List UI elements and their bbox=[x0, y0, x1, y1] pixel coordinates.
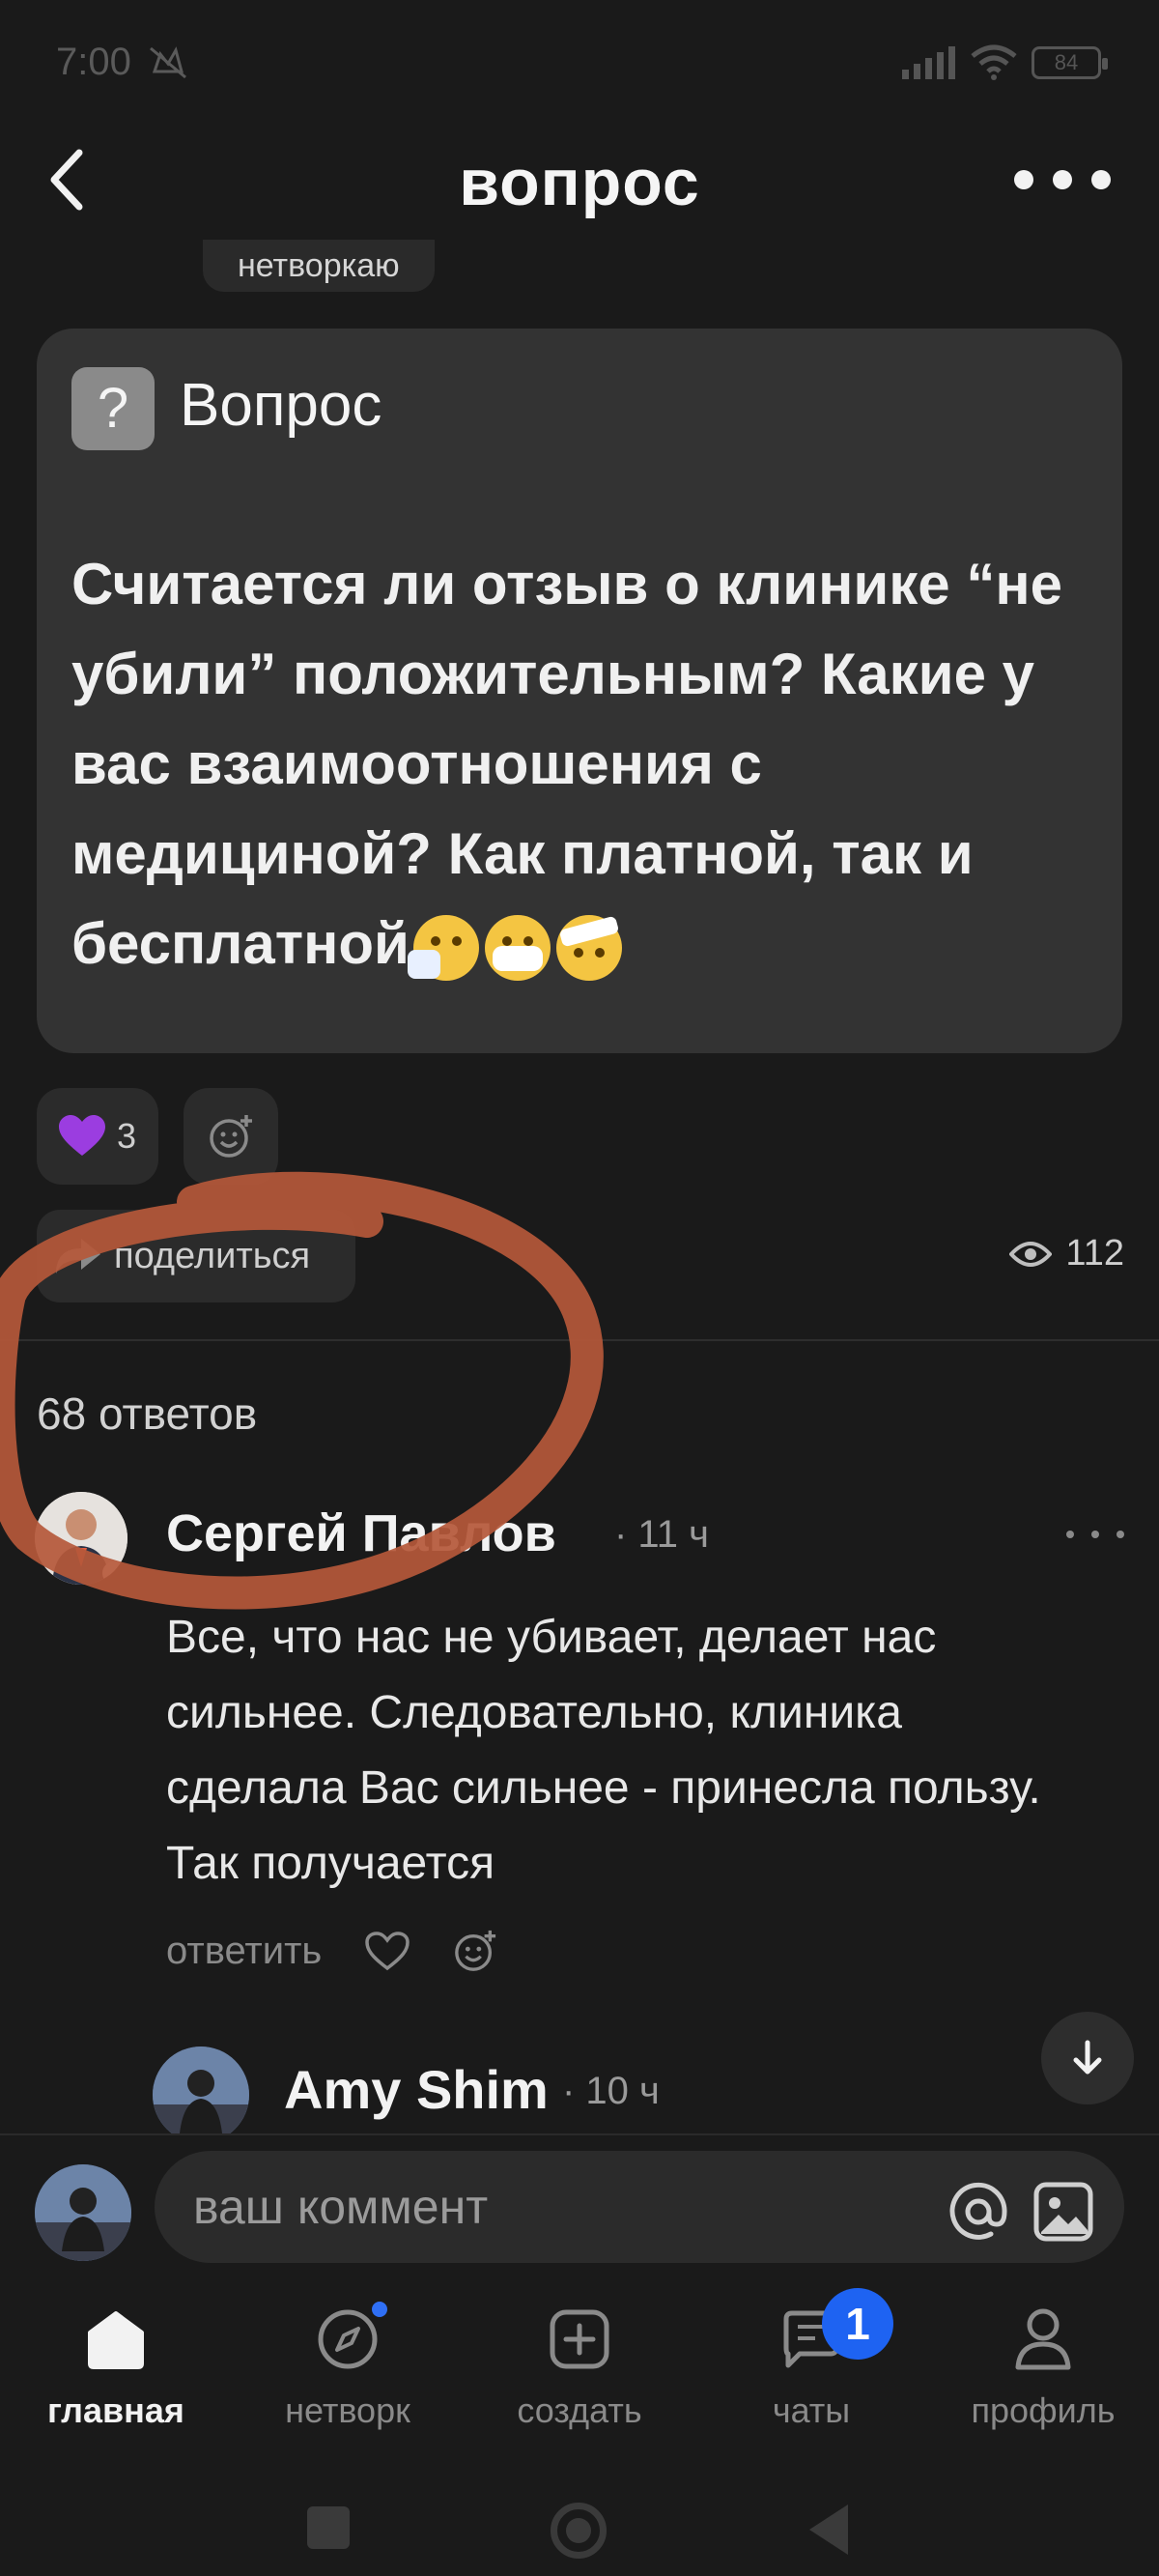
bandaged-face-icon bbox=[555, 915, 622, 982]
reply-button[interactable]: ответить bbox=[166, 1930, 322, 1973]
comment-actions: ответить bbox=[166, 1929, 497, 1973]
nav-home[interactable]: главная bbox=[0, 2288, 232, 2452]
compass-icon bbox=[314, 2302, 387, 2373]
mention-button[interactable] bbox=[945, 2178, 1012, 2246]
system-back-button[interactable] bbox=[809, 2504, 848, 2555]
heart-outline-icon[interactable] bbox=[364, 1931, 410, 1971]
comment-more-button[interactable] bbox=[1066, 1515, 1124, 1554]
battery-level: 84 bbox=[1054, 50, 1079, 74]
unread-badge: 1 bbox=[822, 2288, 893, 2360]
my-avatar[interactable] bbox=[35, 2164, 131, 2261]
nav-chats[interactable]: 1 чаты bbox=[695, 2288, 927, 2452]
dot-icon bbox=[1117, 1531, 1124, 1538]
add-emoji-icon bbox=[210, 1115, 252, 1158]
nav-label: профиль bbox=[971, 2390, 1116, 2430]
reply-author[interactable]: Amy Shim bbox=[284, 2058, 549, 2121]
image-icon bbox=[1033, 2182, 1093, 2242]
wifi-icon bbox=[971, 44, 1017, 80]
share-label: поделиться bbox=[114, 1235, 311, 1276]
question-label: Вопрос bbox=[180, 372, 382, 439]
home-button[interactable] bbox=[551, 2503, 607, 2559]
plus-square-icon bbox=[546, 2305, 613, 2373]
avatar[interactable] bbox=[153, 2046, 249, 2143]
comment-text: Все, что нас не убивает, делает нас силь… bbox=[166, 1612, 1041, 1889]
views-count: 112 bbox=[1065, 1233, 1124, 1274]
battery-icon: 84 bbox=[1032, 46, 1108, 79]
topic-chip[interactable]: нетворкаю bbox=[203, 240, 435, 292]
status-right: 84 bbox=[900, 44, 1108, 81]
comment-input-placeholder: ваш коммент bbox=[193, 2180, 489, 2234]
nav-label: главная bbox=[47, 2390, 184, 2430]
notification-dot bbox=[372, 2302, 387, 2317]
dnd-icon bbox=[150, 46, 186, 79]
mask-face-icon bbox=[484, 915, 551, 982]
nav-label: чаты bbox=[772, 2390, 851, 2430]
question-card: ? Вопрос Считается ли отзыв о клинике “н… bbox=[37, 329, 1122, 1053]
avatar[interactable] bbox=[35, 1492, 127, 1585]
dot-icon bbox=[1066, 1531, 1074, 1538]
like-count: 3 bbox=[116, 1116, 137, 1156]
like-reaction-button[interactable]: 3 bbox=[37, 1088, 158, 1185]
add-reaction-button[interactable] bbox=[184, 1088, 278, 1185]
header: вопрос bbox=[0, 126, 1159, 232]
emoji-row bbox=[407, 915, 622, 982]
attach-image-button[interactable] bbox=[1030, 2178, 1097, 2246]
dot-icon bbox=[1091, 1531, 1099, 1538]
avatar-image bbox=[153, 2046, 249, 2143]
status-bar: 7:00 84 bbox=[0, 0, 1159, 126]
comment-author[interactable]: Сергей Павлов bbox=[166, 1503, 556, 1563]
recents-button[interactable] bbox=[307, 2506, 350, 2549]
nav-profile[interactable]: профиль bbox=[927, 2288, 1159, 2452]
reply-time: · 10 ч bbox=[562, 2070, 660, 2112]
bottom-nav: главная нетворк создать 1 чаты профиль bbox=[0, 2288, 1159, 2452]
home-icon bbox=[82, 2305, 150, 2373]
avatar-image bbox=[35, 2164, 131, 2261]
question-text: Считается ли отзыв о клинике “не убили” … bbox=[71, 539, 1095, 988]
comment-time: · 11 ч bbox=[614, 1513, 709, 1556]
scroll-down-button[interactable] bbox=[1041, 2012, 1134, 2104]
dot-icon bbox=[1091, 170, 1111, 189]
share-arrow-icon bbox=[56, 1239, 100, 1274]
nav-create[interactable]: создать bbox=[464, 2288, 695, 2452]
status-time: 7:00 bbox=[56, 41, 131, 83]
nav-network[interactable]: нетворк bbox=[232, 2288, 464, 2452]
purple-heart-icon bbox=[58, 1115, 105, 1156]
nav-label: создать bbox=[517, 2390, 642, 2430]
sneezing-face-icon bbox=[407, 915, 479, 982]
avatar-image bbox=[35, 1492, 127, 1585]
divider bbox=[0, 1339, 1159, 1341]
at-sign-icon bbox=[949, 2182, 1007, 2240]
answers-count: 68 ответов bbox=[37, 1388, 258, 1439]
share-button[interactable]: поделиться bbox=[37, 1210, 355, 1302]
question-body: Считается ли отзыв о клинике “не убили” … bbox=[71, 552, 1062, 976]
dot-icon bbox=[1014, 170, 1033, 189]
add-emoji-icon[interactable] bbox=[453, 1929, 497, 1973]
dot-icon bbox=[1053, 170, 1072, 189]
system-nav-bar bbox=[0, 2454, 1159, 2576]
signal-icon bbox=[902, 46, 955, 79]
nav-label: нетворк bbox=[285, 2390, 410, 2430]
page-title: вопрос bbox=[459, 146, 700, 219]
question-mark-icon: ? bbox=[71, 367, 155, 450]
user-icon bbox=[1009, 2305, 1077, 2373]
arrow-down-icon bbox=[1073, 2040, 1102, 2075]
views-counter: 112 bbox=[1009, 1233, 1124, 1274]
chat-icon: 1 bbox=[777, 2288, 893, 2373]
eye-icon bbox=[1009, 1241, 1053, 1267]
more-options-button[interactable] bbox=[1014, 153, 1111, 207]
